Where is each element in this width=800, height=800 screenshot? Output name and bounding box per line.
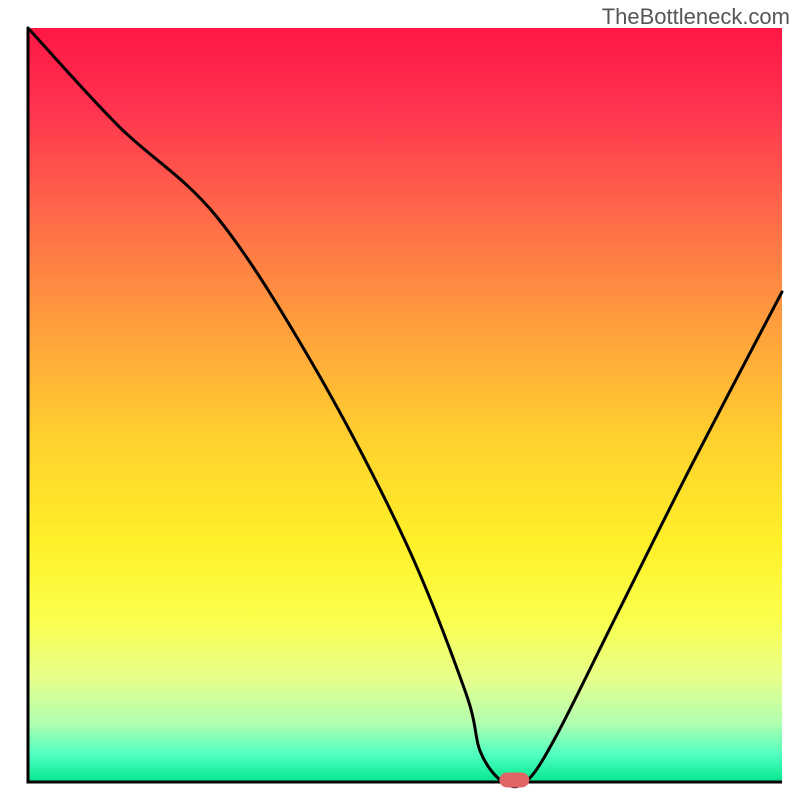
bottleneck-chart: [0, 0, 800, 800]
chart-container: TheBottleneck.com: [0, 0, 800, 800]
optimum-marker: [499, 773, 529, 788]
plot-background: [28, 28, 782, 782]
